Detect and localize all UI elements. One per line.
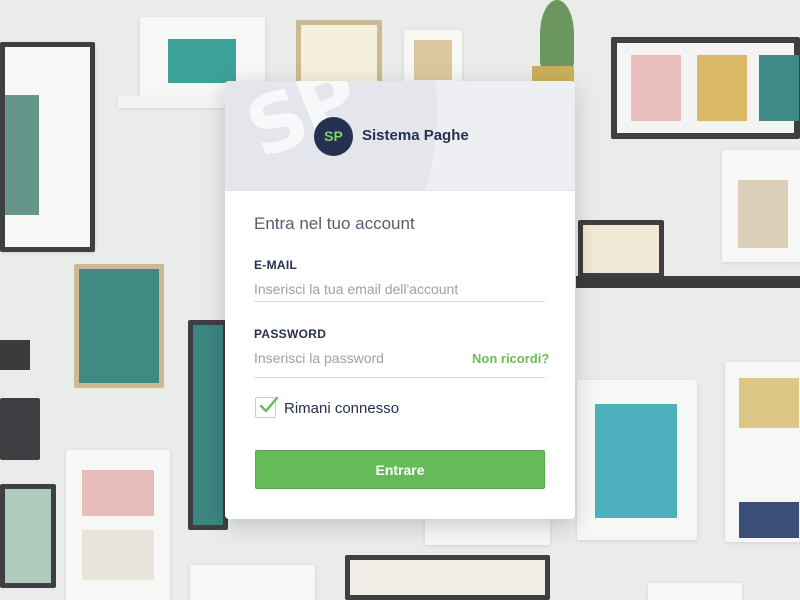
email-label: E-MAIL xyxy=(254,258,298,272)
logo-badge: SP xyxy=(314,117,353,156)
password-label: PASSWORD xyxy=(254,327,327,341)
remember-me-checkbox[interactable] xyxy=(255,396,279,418)
login-card-header: SP SP Sistema Paghe xyxy=(225,81,575,191)
password-underline xyxy=(254,377,545,378)
email-field[interactable] xyxy=(254,276,545,302)
login-submit-button[interactable]: Entrare xyxy=(255,450,545,489)
checkmark-icon xyxy=(259,396,279,413)
login-title: Entra nel tuo account xyxy=(254,214,415,233)
remember-me-label[interactable]: Rimani connesso xyxy=(284,400,399,417)
password-field[interactable] xyxy=(254,345,464,371)
forgot-password-link[interactable]: Non ricordi? xyxy=(472,351,549,366)
login-card: SP SP Sistema Paghe Entra nel tuo accoun… xyxy=(225,81,575,519)
brand-name: Sistema Paghe xyxy=(362,127,469,144)
